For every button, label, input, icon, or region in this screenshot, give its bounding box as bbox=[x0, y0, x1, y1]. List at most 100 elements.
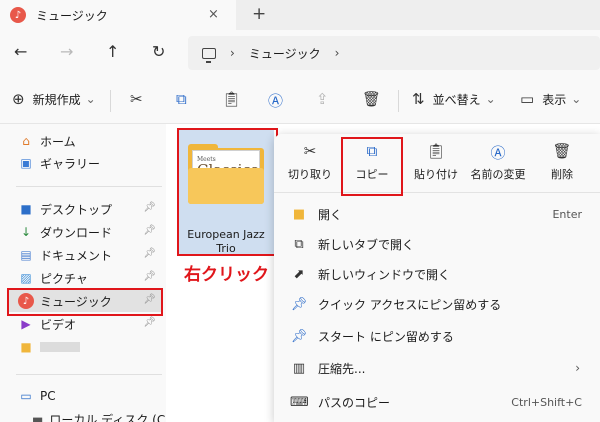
sidebar-item-label: ダウンロード bbox=[40, 225, 113, 240]
folder-highlight-box bbox=[177, 128, 278, 256]
copy-toolbar-button[interactable]: ⧉ bbox=[176, 90, 187, 108]
delete-toolbar-button[interactable]: 🗑︎ bbox=[362, 90, 381, 108]
cut-toolbar-button[interactable]: ✂ bbox=[130, 90, 143, 108]
context-rename-button[interactable]: Ⓐ 名前の変更 bbox=[468, 142, 528, 188]
sidebar-item-home[interactable]: ⌂ ホーム bbox=[8, 130, 162, 152]
menu-item-label: 新しいウィンドウで開く bbox=[318, 267, 451, 282]
context-delete-button[interactable]: 🗑︎ 削除 bbox=[532, 142, 592, 188]
menu-item-label: 新しいタブで開く bbox=[318, 237, 415, 252]
sidebar-item-gallery[interactable]: ▣ ギャラリー bbox=[8, 152, 162, 174]
clipboard-icon: 📋︎ bbox=[426, 142, 446, 160]
pictures-icon: ▨ bbox=[20, 271, 32, 285]
address-bar[interactable]: › ミュージック › bbox=[188, 36, 600, 70]
context-menu: ✂ 切り取り ⧉ コピー 📋︎ 貼り付け Ⓐ 名前の変更 🗑︎ 削除 ■ 開く … bbox=[274, 134, 600, 422]
sidebar-divider bbox=[16, 186, 162, 187]
pin-icon[interactable]: 📌︎ bbox=[143, 248, 156, 259]
sidebar-item-downloads[interactable]: ↓ ダウンロード 📌︎ bbox=[8, 221, 162, 243]
right-click-annotation: 右クリック bbox=[184, 265, 269, 285]
pin-icon[interactable]: 📌︎ bbox=[143, 225, 156, 236]
sidebar-item-label: ビデオ bbox=[40, 317, 77, 332]
clipboard-icon: 📋︎ bbox=[222, 90, 242, 108]
breadcrumb-chevron-icon[interactable]: › bbox=[335, 46, 340, 60]
scissors-icon: ✂ bbox=[130, 90, 143, 108]
close-tab-icon[interactable]: × bbox=[208, 7, 219, 22]
menu-item-label: スタート にピン留めする bbox=[318, 329, 454, 344]
video-icon: ▶ bbox=[21, 317, 31, 331]
sidebar-item-desktop[interactable]: ■ デスクトップ 📌︎ bbox=[8, 198, 162, 220]
up-arrow-icon[interactable]: ↑ bbox=[106, 42, 119, 61]
open-external-icon: ⬈ bbox=[293, 266, 305, 282]
menu-item-open[interactable]: ■ 開く Enter bbox=[274, 202, 600, 226]
context-paste-button[interactable]: 📋︎ 貼り付け bbox=[406, 142, 466, 188]
sort-button-label: 並べ替え bbox=[432, 92, 481, 107]
sidebar-item-label: ホーム bbox=[40, 134, 76, 149]
chevron-down-icon: ⌄ bbox=[485, 92, 496, 106]
view-button[interactable]: ▭ 表示 ⌄ bbox=[520, 90, 581, 108]
shortcut-label: Enter bbox=[552, 207, 582, 221]
sort-button[interactable]: ⇅ 並べ替え ⌄ bbox=[412, 90, 496, 108]
share-icon: ⇪ bbox=[316, 90, 329, 108]
document-icon: ▤ bbox=[20, 248, 32, 262]
shortcut-label: Ctrl+Shift+C bbox=[511, 395, 582, 409]
sidebar-item-label: ピクチャ bbox=[40, 271, 88, 286]
copy-highlight-box bbox=[341, 137, 403, 196]
sidebar-item-local-disk[interactable]: ▬ ローカル ディスク (C:) bbox=[22, 408, 174, 422]
menu-item-copy-path[interactable]: ⌨ パスのコピー Ctrl+Shift+C bbox=[274, 390, 600, 414]
menu-item-label: 圧縮先... bbox=[318, 361, 366, 376]
paste-label: 貼り付け bbox=[414, 168, 458, 181]
pin-icon[interactable]: 📌︎ bbox=[143, 271, 156, 282]
view-button-label: 表示 bbox=[542, 92, 567, 107]
music-app-icon: ♪ bbox=[10, 7, 26, 23]
forward-arrow-icon[interactable]: → bbox=[60, 42, 73, 61]
chevron-right-icon: › bbox=[575, 361, 580, 375]
tab-music[interactable]: ♪ ミュージック × bbox=[0, 0, 236, 30]
toolbar-divider bbox=[398, 90, 399, 112]
blurred-label bbox=[40, 342, 80, 352]
new-tab-icon: ⧉ bbox=[294, 236, 304, 252]
pin-icon[interactable]: 📌︎ bbox=[143, 317, 156, 328]
back-arrow-icon[interactable]: ← bbox=[14, 42, 27, 61]
folder-icon: ■ bbox=[20, 340, 32, 354]
sidebar-item-label: PC bbox=[40, 389, 56, 403]
breadcrumb-separator-icon: › bbox=[230, 46, 235, 60]
context-cut-button[interactable]: ✂ 切り取り bbox=[280, 142, 340, 188]
menu-item-open-new-window[interactable]: ⬈ 新しいウィンドウで開く bbox=[274, 262, 600, 286]
command-bar: ⊕ 新規作成 ⌄ ✂ ⧉ 📋︎ Ⓐ ⇪ 🗑︎ ⇅ 並べ替え ⌄ ▭ 表示 ⌄ bbox=[0, 76, 600, 124]
rename-toolbar-button[interactable]: Ⓐ bbox=[268, 90, 283, 111]
trash-icon: 🗑︎ bbox=[552, 142, 572, 160]
menu-item-label: クイック アクセスにピン留めする bbox=[318, 297, 502, 312]
share-toolbar-button[interactable]: ⇪ bbox=[316, 90, 329, 108]
pc-icon: ▭ bbox=[20, 389, 32, 403]
folder-open-icon: ■ bbox=[292, 206, 306, 222]
copy-path-icon: ⌨ bbox=[290, 394, 309, 410]
tab-bar: ♪ ミュージック × + bbox=[0, 0, 600, 30]
view-icon: ▭ bbox=[520, 90, 535, 108]
menu-item-pin-quick-access[interactable]: 📌︎ クイック アクセスにピン留めする bbox=[274, 292, 600, 316]
new-button-label: 新規作成 bbox=[32, 92, 81, 107]
new-button[interactable]: ⊕ 新規作成 ⌄ bbox=[12, 90, 96, 108]
breadcrumb-music[interactable]: ミュージック bbox=[249, 45, 321, 62]
sidebar-item-documents[interactable]: ▤ ドキュメント 📌︎ bbox=[8, 244, 162, 266]
sidebar-item-label: ドキュメント bbox=[40, 248, 113, 263]
pin-icon: 📌︎ bbox=[290, 296, 308, 312]
menu-item-compress[interactable]: ▥ 圧縮先... › bbox=[274, 356, 600, 380]
paste-toolbar-button[interactable]: 📋︎ bbox=[222, 90, 241, 108]
new-tab-icon[interactable]: + bbox=[252, 4, 266, 24]
plus-circle-icon: ⊕ bbox=[12, 90, 25, 108]
sidebar-item-pc[interactable]: ▭ PC bbox=[8, 385, 162, 407]
pin-icon: 📌︎ bbox=[290, 328, 308, 344]
sidebar-item-label: ギャラリー bbox=[40, 156, 101, 171]
sidebar-item-folder[interactable]: ■ bbox=[8, 336, 162, 358]
cut-label: 切り取り bbox=[288, 168, 332, 181]
menu-item-pin-start[interactable]: 📌︎ スタート にピン留めする bbox=[274, 324, 600, 348]
pin-icon[interactable]: 📌︎ bbox=[143, 202, 156, 213]
refresh-icon[interactable]: ↻ bbox=[152, 42, 165, 61]
archive-icon: ▥ bbox=[292, 360, 306, 376]
sidebar-item-pictures[interactable]: ▨ ピクチャ 📌︎ bbox=[8, 267, 162, 289]
copy-icon: ⧉ bbox=[176, 90, 187, 108]
rename-icon: Ⓐ bbox=[268, 92, 284, 110]
sidebar-item-videos[interactable]: ▶ ビデオ 📌︎ bbox=[8, 313, 162, 335]
chevron-down-icon: ⌄ bbox=[571, 92, 582, 106]
menu-item-open-new-tab[interactable]: ⧉ 新しいタブで開く bbox=[274, 232, 600, 256]
disk-icon: ▬ bbox=[32, 412, 44, 422]
